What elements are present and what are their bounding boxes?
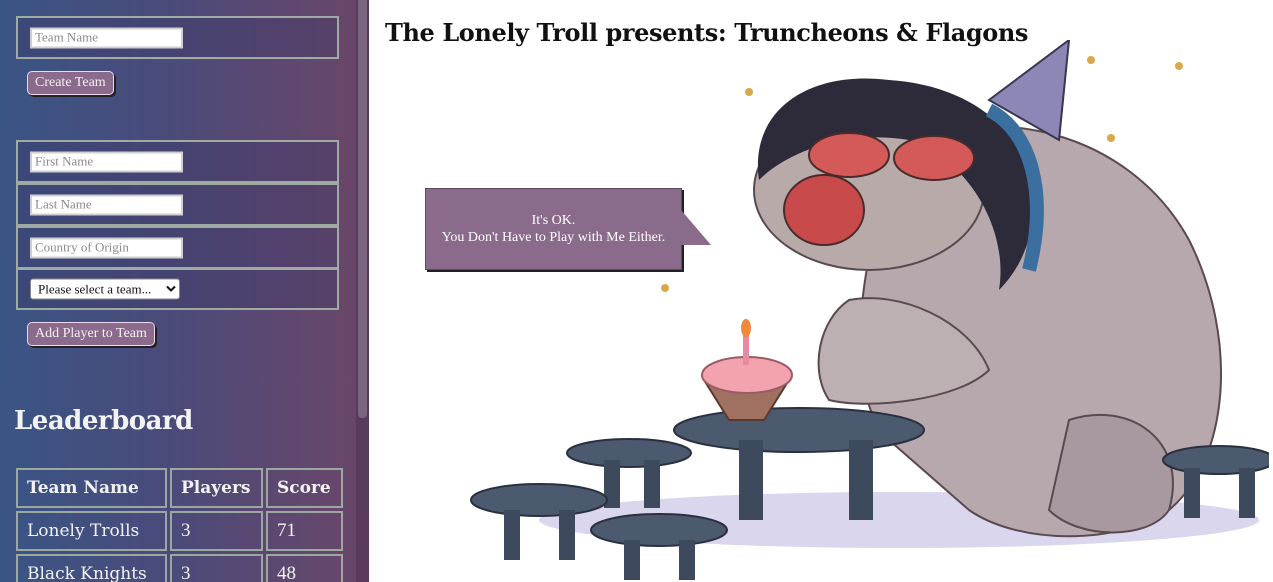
troll-eye-right xyxy=(893,135,975,181)
speech-bubble-tail xyxy=(681,210,711,245)
fly xyxy=(1175,62,1183,70)
stool-leg xyxy=(1239,468,1255,518)
column-header-score: Score xyxy=(266,468,343,508)
stool-leg xyxy=(679,540,695,580)
sidebar: Create Team Please select a team... Add … xyxy=(0,0,369,582)
stool-leg xyxy=(559,510,575,560)
table-row: Lonely Trolls 3 71 xyxy=(16,511,343,551)
stool-leg xyxy=(644,460,660,508)
speech-line-1: It's OK. xyxy=(531,213,576,228)
table-leg xyxy=(849,440,873,520)
stool-leg xyxy=(624,540,640,580)
fly xyxy=(661,284,669,292)
last-name-field-box xyxy=(16,183,339,226)
table-row: Black Knights 3 48 xyxy=(16,554,343,582)
country-field-box xyxy=(16,226,339,269)
fly xyxy=(1107,134,1115,142)
leaderboard-title: Leaderboard xyxy=(14,406,193,436)
column-header-players: Players xyxy=(170,468,263,508)
create-team-button[interactable]: Create Team xyxy=(27,71,114,95)
troll-nose xyxy=(783,174,865,246)
stool-leg xyxy=(1184,468,1200,518)
speech-line-2: You Don't Have to Play with Me Either. xyxy=(441,230,666,245)
main-content: The Lonely Troll presents: Truncheons & … xyxy=(369,0,1273,582)
last-name-input[interactable] xyxy=(30,194,183,215)
page-title: The Lonely Troll presents: Truncheons & … xyxy=(385,18,1029,47)
cell-team-name: Black Knights xyxy=(16,554,167,582)
cell-score: 71 xyxy=(266,511,343,551)
troll-illustration xyxy=(470,40,1269,580)
team-name-input[interactable] xyxy=(30,27,183,48)
speech-bubble: It's OK. You Don't Have to Play with Me … xyxy=(425,188,682,270)
table-top xyxy=(673,407,925,453)
team-name-field-box xyxy=(16,16,339,59)
country-input[interactable] xyxy=(30,237,183,258)
first-name-input[interactable] xyxy=(30,151,183,172)
cell-players: 3 xyxy=(170,511,263,551)
stool-leg xyxy=(504,510,520,560)
candle-flame xyxy=(741,319,751,337)
first-name-field-box xyxy=(16,140,339,183)
table-leg xyxy=(739,440,763,520)
fly xyxy=(1087,56,1095,64)
troll-eye-left xyxy=(808,132,890,178)
cell-score: 48 xyxy=(266,554,343,582)
stool-top xyxy=(590,513,728,547)
cell-players: 3 xyxy=(170,554,263,582)
stool-top xyxy=(470,483,608,517)
team-select[interactable]: Please select a team... xyxy=(30,278,180,300)
candle xyxy=(743,335,749,365)
fly xyxy=(745,88,753,96)
column-header-team-name: Team Name xyxy=(16,468,167,508)
add-player-button[interactable]: Add Player to Team xyxy=(27,322,155,346)
stool-top xyxy=(566,438,692,468)
sidebar-scrollbar-thumb[interactable] xyxy=(358,0,367,418)
leaderboard-table: Team Name Players Score Lonely Trolls 3 … xyxy=(13,465,346,582)
cell-team-name: Lonely Trolls xyxy=(16,511,167,551)
team-select-field-box: Please select a team... xyxy=(16,268,339,310)
leaderboard-header-row: Team Name Players Score xyxy=(16,468,343,508)
